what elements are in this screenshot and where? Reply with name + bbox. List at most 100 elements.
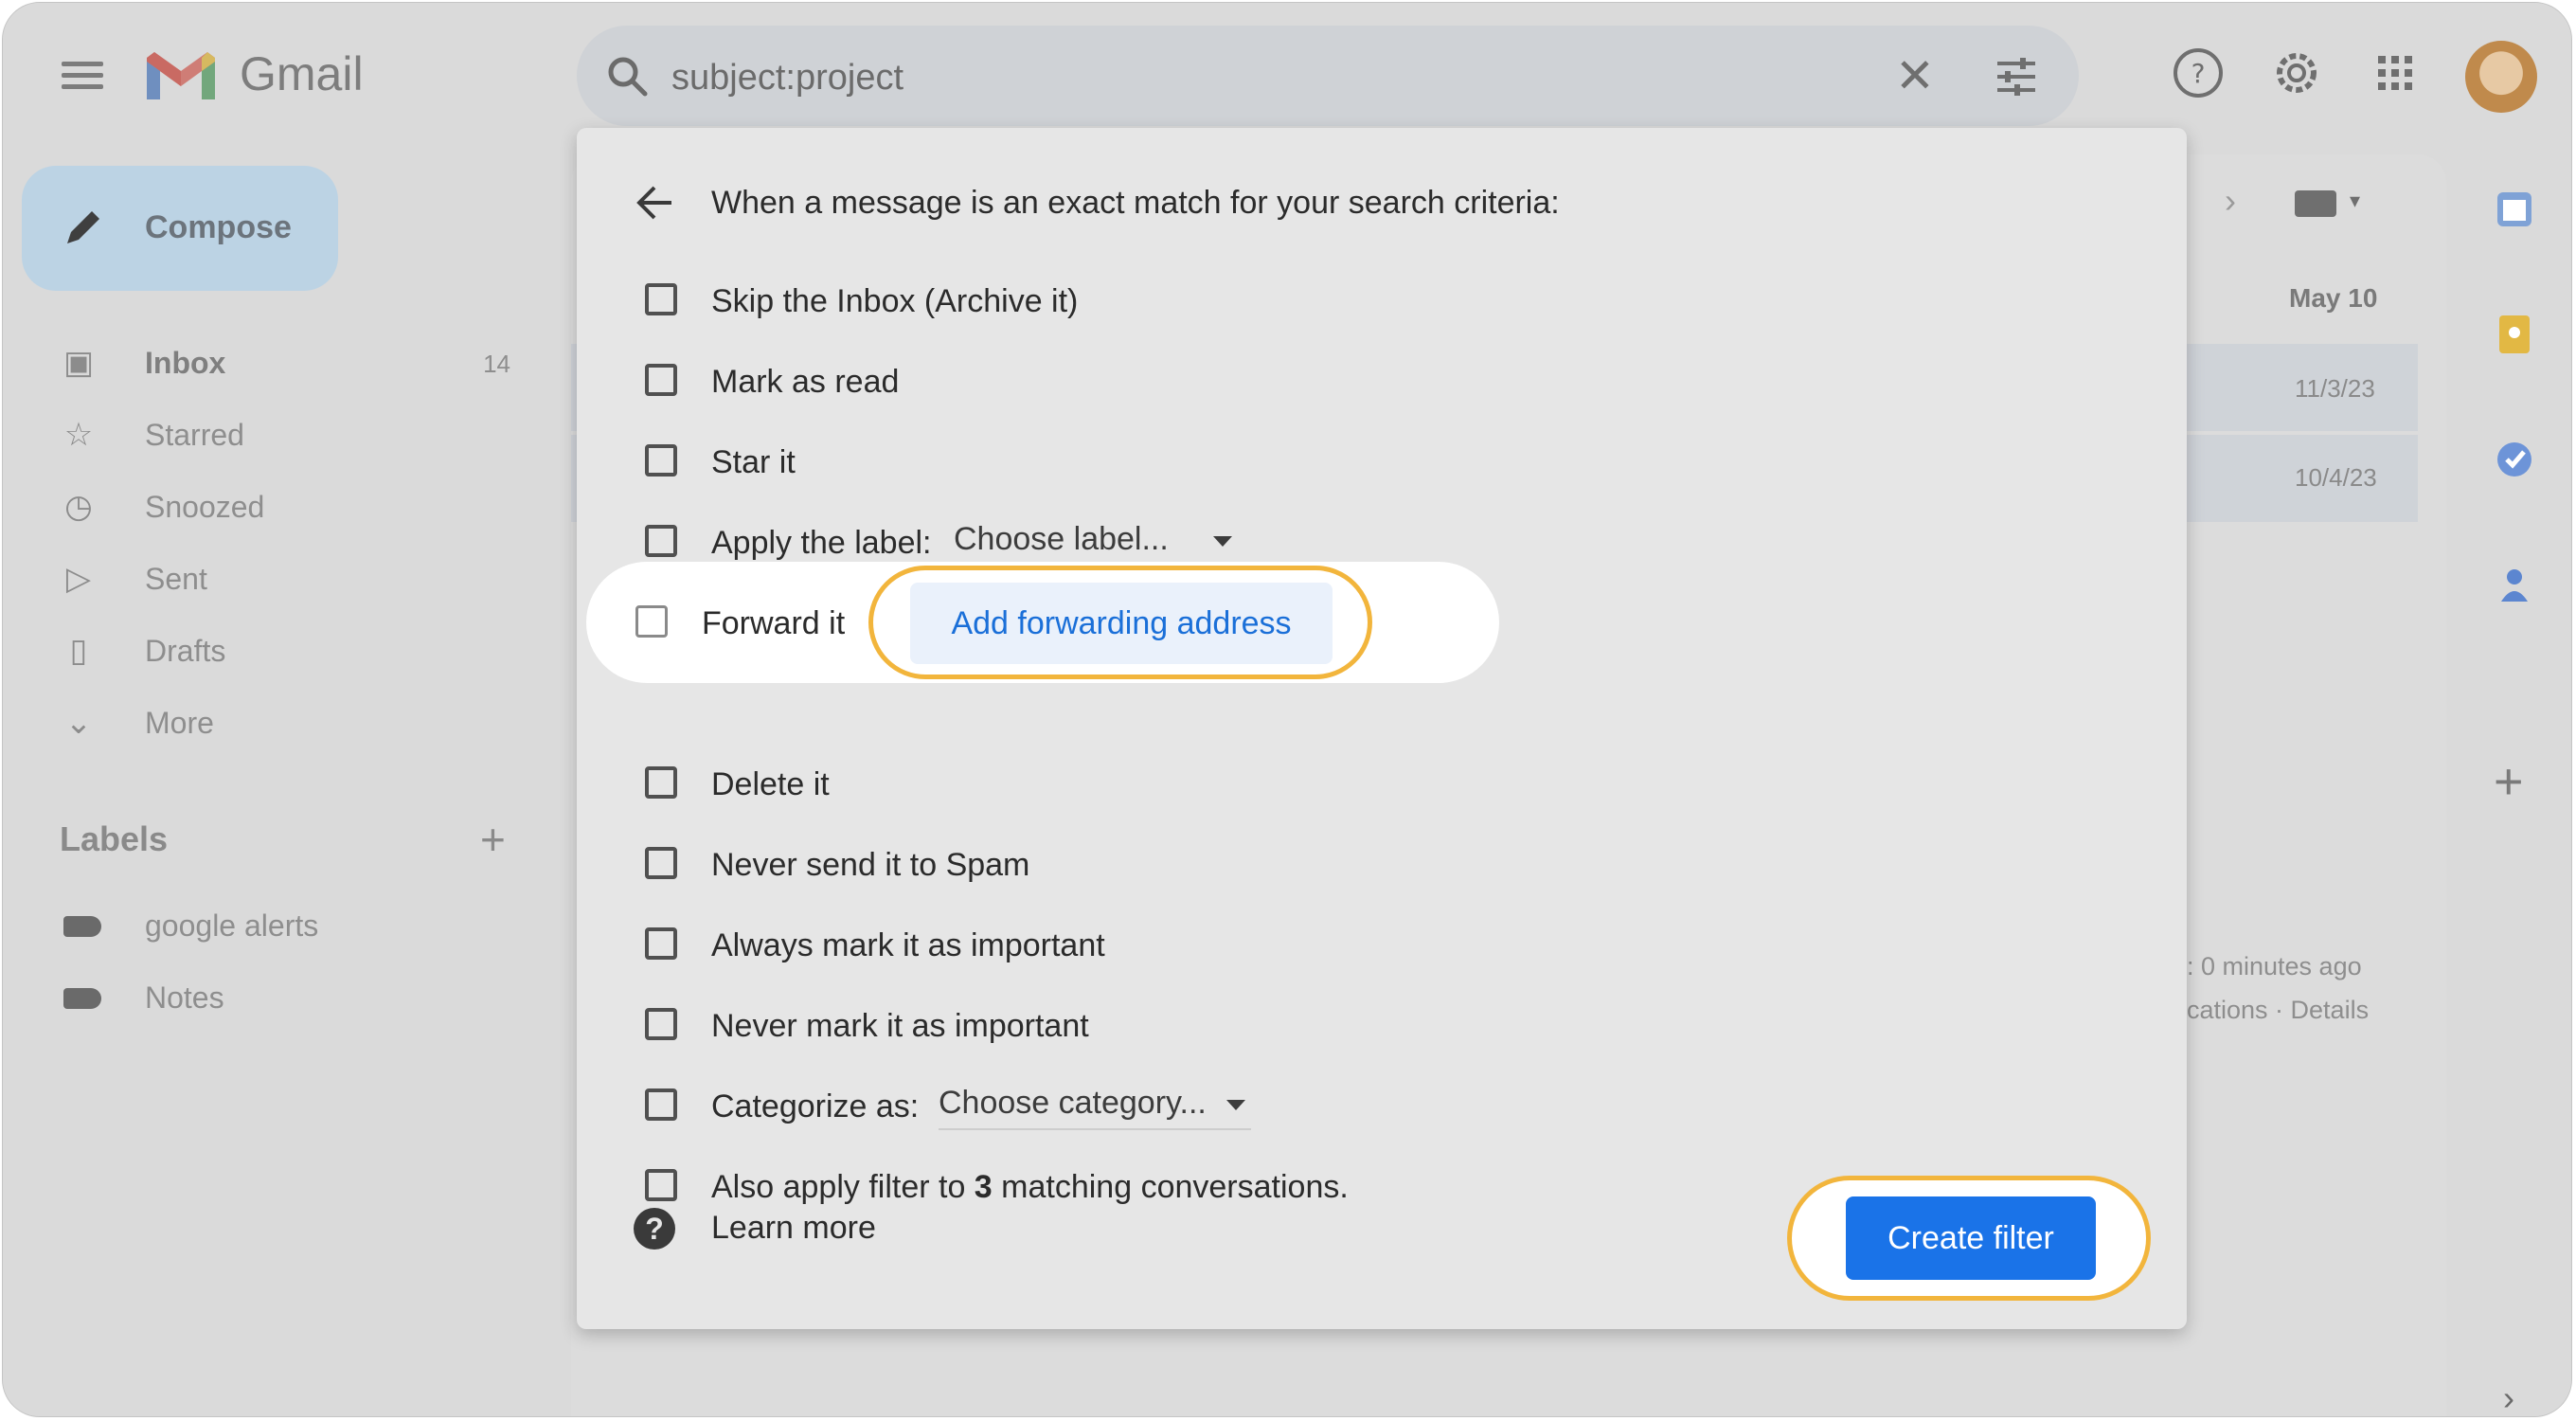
keep-icon[interactable] [2494, 314, 2535, 355]
dialog-title: When a message is an exact match for you… [711, 185, 1560, 221]
select-value: Choose label... [954, 521, 1169, 557]
clear-search-icon[interactable]: ✕ [1895, 52, 1935, 99]
never-important-checkbox[interactable] [645, 1008, 677, 1040]
option-label: Apply the label: [711, 525, 932, 561]
option-categorize[interactable]: Categorize as: Choose category... [634, 1077, 2130, 1134]
sidebar-item-label: Drafts [145, 634, 226, 668]
forward-it-checkbox[interactable] [635, 605, 668, 638]
categorize-checkbox[interactable] [645, 1088, 677, 1121]
dropdown-caret-icon [1226, 1100, 1245, 1110]
choose-category-select[interactable]: Choose category... [939, 1085, 1251, 1130]
account-avatar[interactable] [2465, 41, 2537, 113]
create-filter-button[interactable]: Create filter [1846, 1196, 2096, 1280]
option-never-spam[interactable]: Never send it to Spam [634, 836, 2130, 892]
expand-panel-icon[interactable]: › [2503, 1378, 2514, 1416]
settings-gear-icon[interactable] [2268, 45, 2325, 101]
add-label-icon[interactable]: + [480, 814, 506, 865]
option-label: Never send it to Spam [711, 847, 1030, 883]
learn-more-link[interactable]: Learn more [711, 1210, 876, 1247]
label-name: google alerts [145, 908, 319, 943]
labels-heading: Labels [60, 819, 169, 858]
also-apply-prefix: Also apply filter to [711, 1169, 975, 1205]
option-label: Mark as read [711, 364, 900, 400]
dropdown-caret-icon [1213, 536, 1232, 547]
skip-inbox-checkbox[interactable] [645, 283, 677, 315]
search-options-icon[interactable] [1994, 54, 2039, 99]
main-menu-icon[interactable] [62, 58, 103, 92]
select-value: Choose category... [939, 1085, 1207, 1121]
search-bar[interactable]: subject:project ✕ [577, 26, 2079, 126]
sidebar-item-more[interactable]: ⌄ More [60, 698, 524, 746]
option-label: Always mark it as important [711, 927, 1105, 963]
tasks-icon[interactable] [2494, 439, 2535, 480]
apps-grid-icon[interactable] [2367, 45, 2424, 101]
option-skip-inbox[interactable]: Skip the Inbox (Archive it) [634, 272, 2130, 329]
sidebar-item-label: Starred [145, 418, 244, 452]
send-icon: ▷ [65, 561, 92, 597]
label-item-notes[interactable]: Notes [60, 973, 495, 1020]
unread-count: 14 [483, 350, 510, 378]
help-circle-icon[interactable]: ? [634, 1208, 675, 1250]
never-spam-checkbox[interactable] [645, 847, 677, 879]
sidebar-item-inbox[interactable]: ▣ Inbox 14 [60, 338, 524, 386]
option-never-important[interactable]: Never mark it as important [634, 997, 2130, 1053]
sidebar-item-label: Snoozed [145, 490, 265, 524]
compose-label: Compose [145, 209, 292, 245]
label-item-google-alerts[interactable]: google alerts [60, 901, 495, 948]
option-delete-it[interactable]: Delete it [634, 755, 2130, 812]
row-date: 11/3/23 [2295, 374, 2375, 403]
sidebar-item-sent[interactable]: ▷ Sent [60, 554, 524, 602]
also-apply-checkbox[interactable] [645, 1169, 677, 1201]
search-icon[interactable] [605, 54, 649, 98]
label-tag-icon [63, 916, 101, 937]
choose-label-select[interactable]: Choose label... [954, 521, 1238, 567]
option-label: Categorize as: [711, 1088, 920, 1124]
label-name: Notes [145, 980, 224, 1015]
add-addon-icon[interactable]: + [2494, 756, 2524, 807]
pencil-icon [67, 211, 99, 243]
activity-details-link[interactable]: cations · Details [2187, 996, 2369, 1025]
label-tag-icon [63, 988, 101, 1009]
back-arrow-icon[interactable] [634, 181, 677, 225]
svg-text:?: ? [2191, 58, 2206, 89]
help-icon[interactable]: ? [2170, 45, 2227, 101]
filter-dialog: When a message is an exact match for you… [577, 128, 2187, 1329]
option-star-it[interactable]: Star it [634, 433, 2130, 490]
caret-down-icon[interactable]: ▾ [2350, 189, 2360, 213]
sidebar-item-label: Inbox [145, 346, 226, 380]
apply-label-checkbox[interactable] [645, 525, 677, 557]
star-it-checkbox[interactable] [645, 444, 677, 477]
option-label: Delete it [711, 766, 830, 802]
option-label: Also apply filter to 3 matching conversa… [711, 1169, 1349, 1206]
chevron-down-icon: ⌄ [64, 705, 93, 741]
add-forwarding-address-button[interactable]: Add forwarding address [910, 583, 1333, 664]
draft-icon: ▯ [69, 633, 88, 669]
also-apply-suffix: matching conversations. [992, 1169, 1349, 1205]
clock-icon: ◷ [64, 489, 93, 525]
gmail-brand-text: Gmail [240, 47, 364, 100]
always-important-checkbox[interactable] [645, 927, 677, 960]
inbox-icon: ▣ [63, 345, 95, 381]
keyboard-icon[interactable] [2295, 190, 2336, 217]
option-always-important[interactable]: Always mark it as important [634, 916, 2130, 973]
sidebar-item-drafts[interactable]: ▯ Drafts [60, 626, 524, 674]
screenshot-frame: Gmail subject:project ✕ ? Compose ▣ Inbo… [2, 2, 2572, 1417]
chevron-right-icon[interactable]: › [2225, 181, 2236, 221]
row-date: 10/4/23 [2295, 463, 2377, 492]
option-label: Forward it [702, 605, 846, 641]
option-label: Skip the Inbox (Archive it) [711, 283, 1079, 319]
sidebar-item-label: More [145, 706, 214, 740]
sidebar-item-snoozed[interactable]: ◷ Snoozed [60, 482, 524, 530]
option-mark-read[interactable]: Mark as read [634, 352, 2130, 409]
sidebar-item-starred[interactable]: ☆ Starred [60, 410, 524, 458]
gmail-logo-icon [147, 52, 215, 99]
last-activity-text: : 0 minutes ago [2187, 952, 2362, 980]
calendar-icon[interactable] [2494, 189, 2535, 230]
compose-button[interactable]: Compose [22, 166, 338, 291]
search-input[interactable]: subject:project [671, 58, 903, 99]
date-header: May 10 [2289, 283, 2378, 313]
mark-read-checkbox[interactable] [645, 364, 677, 396]
option-label: Never mark it as important [711, 1008, 1089, 1044]
contacts-icon[interactable] [2494, 564, 2535, 605]
delete-it-checkbox[interactable] [645, 766, 677, 799]
